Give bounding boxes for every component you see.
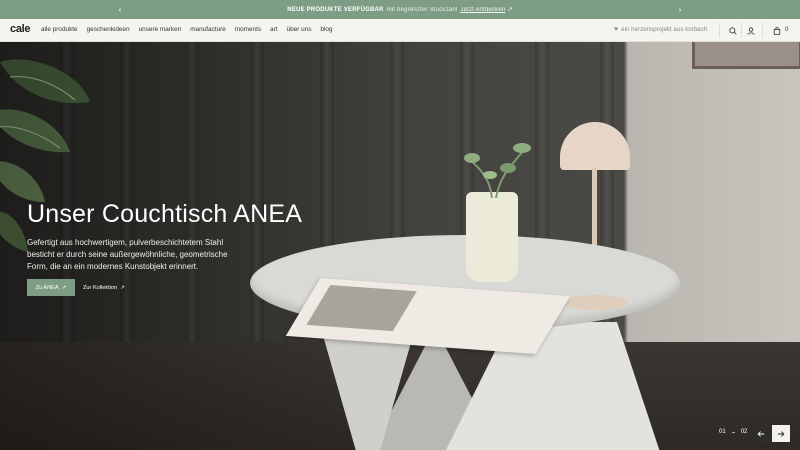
announcement-prev-button[interactable]: ‹ bbox=[113, 2, 127, 16]
magazine-photo bbox=[306, 284, 417, 332]
cart-count: 0 bbox=[785, 26, 789, 33]
arrow-up-right-icon: ↗ bbox=[507, 7, 513, 13]
wall-frame bbox=[692, 42, 800, 69]
chevron-left-icon: ‹ bbox=[118, 4, 122, 14]
hero-description-line: Gefertigt aus hochwertigem, pulverbeschi… bbox=[27, 238, 224, 247]
nav-item-art[interactable]: art bbox=[270, 26, 277, 33]
logo[interactable]: cale bbox=[10, 23, 31, 35]
herzensprojekt-note: ♥ ein herzensprojekt aus korbach bbox=[614, 26, 707, 33]
cart-button[interactable] bbox=[771, 25, 782, 36]
announcement-text: mit begrenzter Stückzahl bbox=[386, 6, 458, 13]
announcement-bar: ‹ NEUE PRODUKTE VERFÜGBAR mit begrenzter… bbox=[0, 0, 800, 19]
hero-description-line: Form, die an ein modernes Kunstobjekt er… bbox=[27, 262, 199, 271]
slide-separator bbox=[731, 431, 735, 433]
arrow-left-icon bbox=[757, 430, 765, 437]
nav-item-alle-produkte[interactable]: alle produkte bbox=[41, 26, 78, 33]
nav-item-unsere-marken[interactable]: unsere marken bbox=[139, 26, 182, 33]
nav-item-moments[interactable]: moments bbox=[235, 26, 261, 33]
nav-item-ueber-uns[interactable]: über uns bbox=[287, 26, 312, 33]
hero-description-line: besticht er durch seine außergewöhnliche… bbox=[27, 250, 228, 259]
arrow-up-right-icon: ↗ bbox=[120, 284, 125, 291]
lamp-image bbox=[560, 122, 630, 170]
announcement-bold: NEUE PRODUKTE VERFÜGBAR bbox=[287, 6, 384, 13]
announcement-next-button[interactable]: › bbox=[673, 2, 687, 16]
search-button[interactable] bbox=[727, 25, 738, 36]
nav-item-geschenkideen[interactable]: geschenkideen bbox=[87, 26, 130, 33]
bag-icon bbox=[773, 26, 780, 35]
site-header: cale alle produkte geschenkideen unsere … bbox=[0, 19, 800, 42]
user-icon bbox=[747, 26, 754, 35]
divider bbox=[719, 23, 720, 38]
announcement-link[interactable]: Jetzt entdecken bbox=[460, 7, 505, 13]
lamp-base bbox=[562, 295, 628, 310]
slide-total: 02 bbox=[740, 429, 748, 435]
arrow-up-right-icon: ↗ bbox=[61, 284, 67, 291]
main-nav: alle produkte geschenkideen unsere marke… bbox=[41, 26, 341, 33]
arrow-right-icon bbox=[777, 430, 785, 437]
search-icon bbox=[728, 26, 737, 35]
slide-prev-button[interactable] bbox=[752, 425, 770, 442]
slide-current: 01 bbox=[719, 429, 726, 435]
nav-item-manufacture[interactable]: manufacture bbox=[190, 26, 226, 33]
nav-item-blog[interactable]: blog bbox=[320, 26, 332, 33]
account-button[interactable] bbox=[745, 25, 756, 36]
zu-anea-label: Zu ANEA bbox=[35, 284, 59, 291]
vase-image bbox=[466, 192, 518, 282]
zur-kollektion-button[interactable]: Zur Kollektion ↗ bbox=[83, 279, 125, 296]
chevron-right-icon: › bbox=[678, 4, 682, 14]
divider bbox=[762, 23, 763, 38]
hero-title: Unser Couchtisch ANEA bbox=[27, 200, 303, 228]
divider bbox=[741, 23, 742, 38]
herzensprojekt-text: ein herzensprojekt aus korbach bbox=[621, 26, 708, 33]
slide-next-button[interactable] bbox=[772, 425, 790, 442]
slide-counter: 01 02 bbox=[719, 429, 747, 435]
zu-anea-button[interactable]: Zu ANEA ↗ bbox=[27, 279, 75, 296]
vase-plant bbox=[464, 143, 531, 199]
zur-kollektion-label: Zur Kollektion bbox=[83, 284, 118, 291]
hero-banner: Unser Couchtisch ANEA Gefertigt aus hoch… bbox=[0, 42, 800, 450]
heart-icon: ♥ bbox=[614, 26, 619, 33]
hero-description: Gefertigt aus hochwertigem, pulverbeschi… bbox=[27, 237, 267, 273]
